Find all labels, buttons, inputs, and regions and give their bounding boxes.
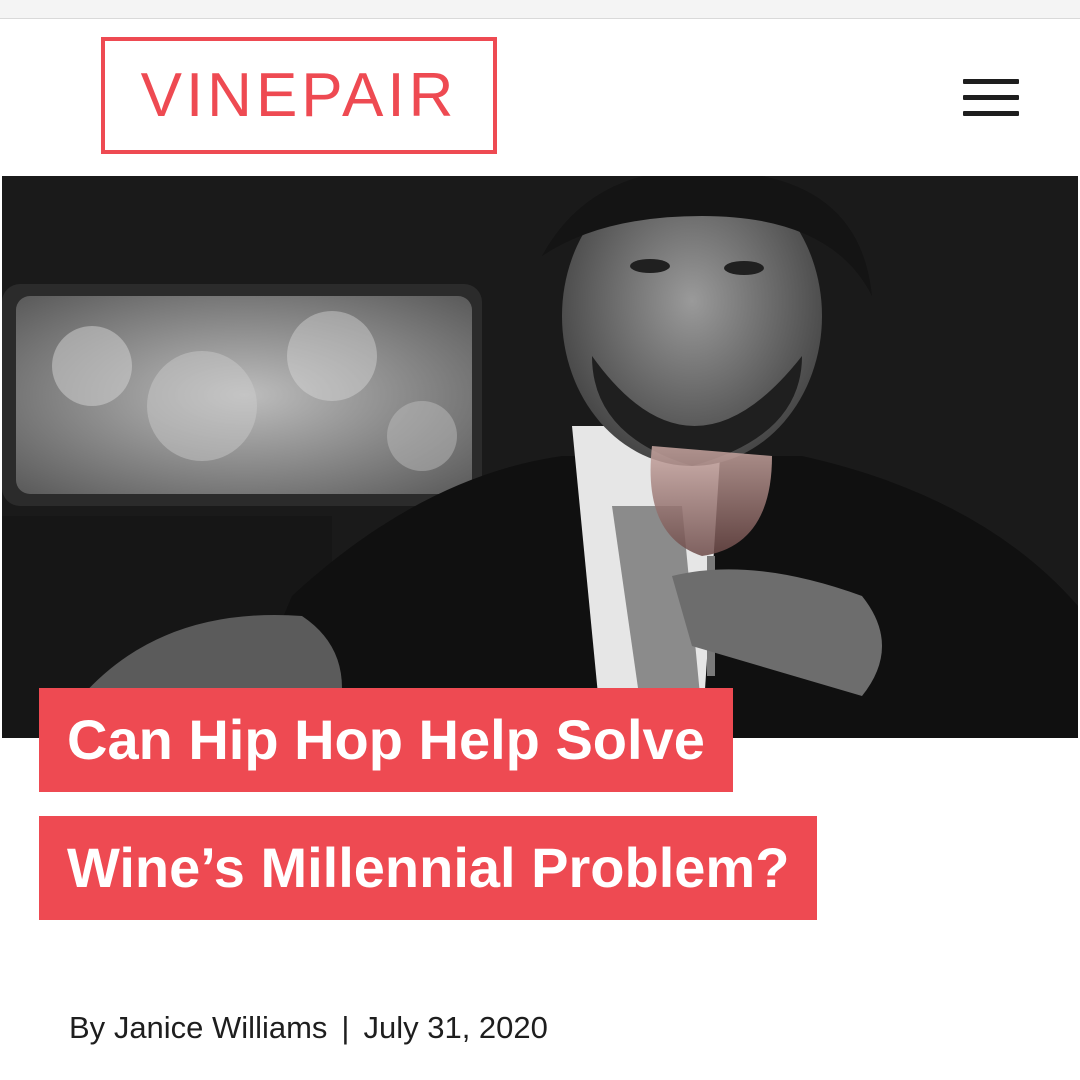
article-title: Can Hip Hop Help Solve Wine’s Millennial…	[39, 688, 1039, 920]
logo-text: VINEPAIR	[140, 61, 458, 130]
browser-top-strip	[0, 0, 1080, 19]
byline-separator: |	[341, 1010, 350, 1045]
byline: By Janice Williams | July 31, 2020	[69, 1010, 548, 1046]
byline-prefix: By	[69, 1010, 106, 1045]
author-link[interactable]: Janice Williams	[114, 1010, 328, 1045]
title-line-1[interactable]: Can Hip Hop Help Solve	[39, 688, 733, 792]
hamburger-menu-icon[interactable]	[963, 79, 1019, 117]
title-line-2[interactable]: Wine’s Millennial Problem?	[39, 816, 818, 920]
publish-date: July 31, 2020	[363, 1010, 548, 1045]
site-header: VINEPAIR	[0, 19, 1080, 175]
vinepair-logo[interactable]: VINEPAIR	[101, 37, 497, 154]
hero-photo	[2, 176, 1078, 738]
